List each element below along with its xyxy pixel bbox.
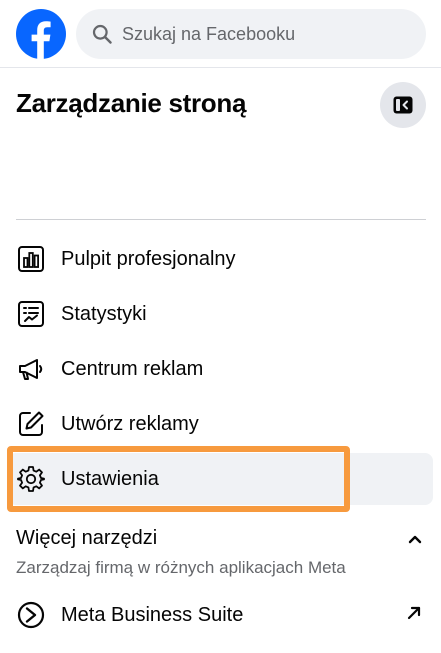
gear-icon [16, 464, 46, 494]
meta-business-suite-icon [16, 600, 46, 630]
menu-item-centrum-reklam[interactable]: Centrum reklam [8, 343, 433, 395]
menu-item-pulpit-profesjonalny[interactable]: Pulpit profesjonalny [8, 233, 433, 285]
top-bar [0, 0, 441, 68]
external-arrow-icon[interactable] [404, 603, 424, 623]
search-icon [92, 24, 112, 44]
megaphone-icon [16, 354, 46, 384]
edit-icon [16, 409, 46, 439]
facebook-logo-icon[interactable] [16, 9, 66, 59]
menu-item-label: Ustawienia [61, 467, 159, 490]
menu-item-label: Statystyki [61, 302, 147, 325]
menu-item-label: Utwórz reklamy [61, 412, 199, 435]
search-bar[interactable] [76, 9, 426, 59]
menu-item-meta-business-suite[interactable]: Meta Business Suite [8, 589, 433, 641]
insights-icon [16, 299, 46, 329]
sidebar-collapse-icon [393, 96, 413, 114]
collapse-panel-button[interactable] [380, 82, 426, 128]
page-title: Zarządzanie stroną [16, 88, 247, 118]
menu-item-utworz-reklamy[interactable]: Utwórz reklamy [8, 398, 433, 450]
divider [16, 219, 426, 220]
menu-item-ustawienia[interactable]: Ustawienia [8, 453, 433, 505]
menu-item-label: Pulpit profesjonalny [61, 247, 236, 270]
more-tools-subtitle: Zarządzaj firmą w różnych aplikacjach Me… [16, 558, 346, 577]
search-input[interactable] [122, 23, 402, 45]
chevron-up-icon[interactable] [404, 528, 426, 550]
more-tools-title: Więcej narzędzi [16, 527, 158, 549]
menu-item-statystyki[interactable]: Statystyki [8, 288, 433, 340]
dashboard-chart-icon [16, 244, 46, 274]
menu-item-label: Centrum reklam [61, 357, 204, 380]
menu-item-label: Meta Business Suite [61, 603, 244, 626]
